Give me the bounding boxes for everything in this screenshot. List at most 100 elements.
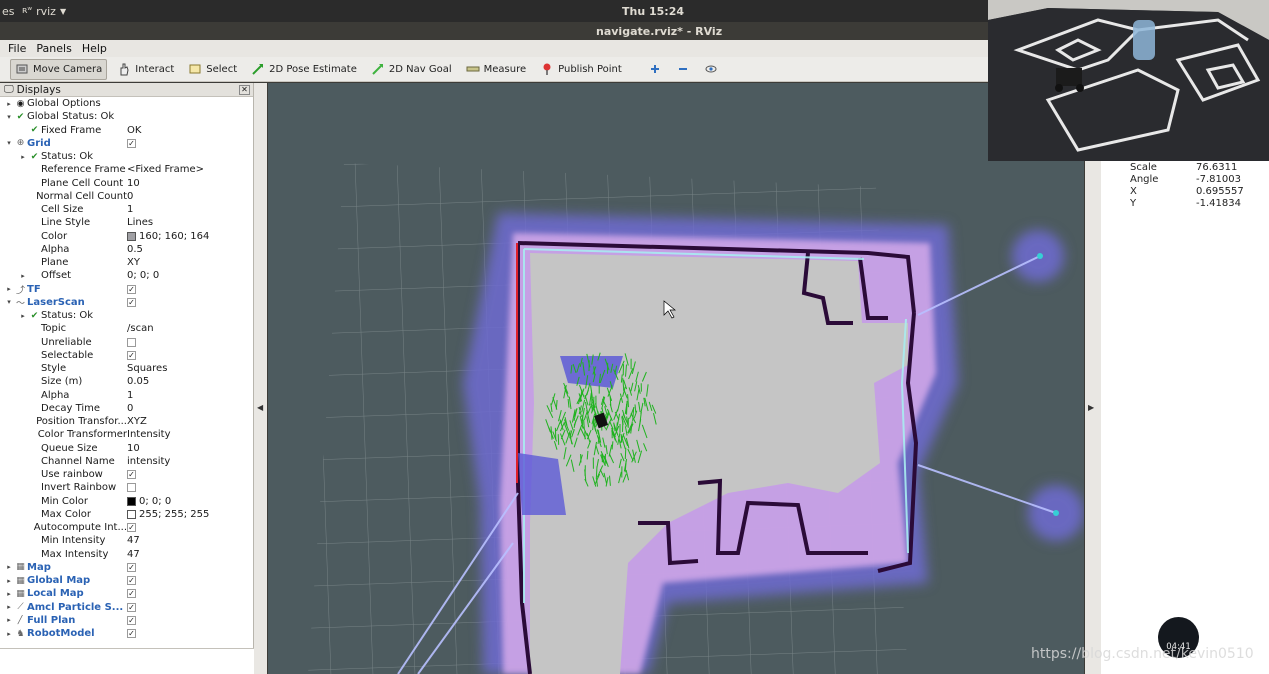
left-splitter[interactable]: ◀ xyxy=(254,83,267,674)
view-prop-angle[interactable]: Angle -7.81003 xyxy=(1130,174,1241,185)
expand-arrow-icon[interactable]: ▸ xyxy=(18,272,28,280)
display-value-cell[interactable]: XYZ xyxy=(127,416,247,427)
display-value-cell[interactable]: <Fixed Frame> xyxy=(127,164,247,175)
checkbox[interactable]: ✓ xyxy=(127,284,136,294)
menu-file[interactable]: File xyxy=(8,42,26,55)
display-row[interactable]: ▸ ♞ RobotModel ✓ xyxy=(0,627,253,640)
app-menu[interactable]: ʀʷ rviz ▼ xyxy=(22,5,66,18)
checkbox[interactable]: ✓ xyxy=(127,523,136,533)
move-camera-button[interactable]: Move Camera xyxy=(10,58,108,80)
display-value-cell[interactable]: ✓ xyxy=(127,297,247,307)
display-row[interactable]: Alpha 0.5 xyxy=(0,243,253,256)
display-value-cell[interactable] xyxy=(127,483,247,493)
checkbox[interactable]: ✓ xyxy=(127,138,136,148)
display-row[interactable]: ▸ ▦ Map ✓ xyxy=(0,561,253,574)
display-row[interactable]: Line Style Lines xyxy=(0,216,253,229)
display-value-cell[interactable]: 0.05 xyxy=(127,376,247,387)
interact-button[interactable]: Interact xyxy=(113,59,178,80)
display-row[interactable]: Cell Size 1 xyxy=(0,203,253,216)
tool-properties-button[interactable] xyxy=(700,59,722,80)
display-value-cell[interactable]: ✓ xyxy=(127,523,247,533)
display-row[interactable]: ▸ ◉ Global Options xyxy=(0,97,253,110)
display-value-cell[interactable]: 10 xyxy=(127,443,247,454)
render-viewport[interactable] xyxy=(268,83,1084,674)
expand-arrow-icon[interactable]: ▸ xyxy=(4,630,14,638)
display-value-cell[interactable]: ✓ xyxy=(127,350,247,360)
expand-arrow-icon[interactable]: ▸ xyxy=(4,603,14,611)
close-icon[interactable]: ✕ xyxy=(239,84,250,95)
display-value-cell[interactable]: ✓ xyxy=(127,629,247,639)
display-row[interactable]: ▸ ⟋ Amcl Particle S... ✓ xyxy=(0,601,253,614)
display-value-cell[interactable]: 0; 0; 0 xyxy=(127,270,247,281)
display-row[interactable]: Color Transformer Intensity xyxy=(0,428,253,441)
display-row[interactable]: ▸ Offset 0; 0; 0 xyxy=(0,269,253,282)
display-value-cell[interactable]: 47 xyxy=(127,535,247,546)
display-value-cell[interactable]: 0 xyxy=(127,403,247,414)
display-row[interactable]: Use rainbow ✓ xyxy=(0,468,253,481)
display-row[interactable]: ▸ ▦ Global Map ✓ xyxy=(0,574,253,587)
color-swatch[interactable] xyxy=(127,496,136,506)
display-value-cell[interactable]: Lines xyxy=(127,217,247,228)
display-value-cell[interactable]: ✓ xyxy=(127,562,247,572)
display-row[interactable]: ▸ ✔ Status: Ok xyxy=(0,309,253,322)
checkbox[interactable]: ✓ xyxy=(127,350,136,360)
display-row[interactable]: ▾ ✔ Global Status: Ok xyxy=(0,110,253,123)
activities-button[interactable]: es xyxy=(0,5,20,18)
display-row[interactable]: Autocompute Int... ✓ xyxy=(0,521,253,534)
checkbox[interactable]: ✓ xyxy=(127,576,136,586)
display-row[interactable]: Plane Cell Count 10 xyxy=(0,177,253,190)
checkbox[interactable]: ✓ xyxy=(127,589,136,599)
color-swatch[interactable] xyxy=(127,509,136,519)
display-row[interactable]: Unreliable xyxy=(0,336,253,349)
display-row[interactable]: Decay Time 0 xyxy=(0,402,253,415)
display-value-cell[interactable]: ✓ xyxy=(127,589,247,599)
display-row[interactable]: Alpha 1 xyxy=(0,389,253,402)
display-row[interactable]: ▾ 〜 LaserScan ✓ xyxy=(0,296,253,309)
display-row[interactable]: ✔ Fixed Frame OK xyxy=(0,124,253,137)
display-row[interactable]: Queue Size 10 xyxy=(0,442,253,455)
checkbox[interactable] xyxy=(127,337,136,347)
display-value-cell[interactable]: ✓ xyxy=(127,615,247,625)
display-row[interactable]: Size (m) 0.05 xyxy=(0,375,253,388)
display-value-cell[interactable]: ✓ xyxy=(127,470,247,480)
checkbox[interactable]: ✓ xyxy=(127,470,136,480)
remove-tool-button[interactable] xyxy=(672,59,694,80)
menu-panels[interactable]: Panels xyxy=(36,42,71,55)
display-row[interactable]: ▸ ⤴ TF ✓ xyxy=(0,283,253,296)
expanded-arrow-icon[interactable]: ▾ xyxy=(4,113,14,121)
expand-arrow-icon[interactable]: ▸ xyxy=(4,563,14,571)
view-prop-scale[interactable]: Scale 76.6311 xyxy=(1130,162,1237,173)
view-prop-x[interactable]: X 0.695557 xyxy=(1130,186,1244,197)
collapse-left-icon[interactable]: ◀ xyxy=(257,403,263,412)
display-row[interactable]: Min Color 0; 0; 0 xyxy=(0,495,253,508)
select-button[interactable]: Select xyxy=(184,59,241,80)
display-value-cell[interactable]: 47 xyxy=(127,549,247,560)
display-value-cell[interactable]: OK xyxy=(127,125,247,136)
expanded-arrow-icon[interactable]: ▾ xyxy=(4,298,14,306)
publish-point-button[interactable]: Publish Point xyxy=(536,59,626,80)
display-row[interactable]: Invert Rainbow xyxy=(0,481,253,494)
display-value-cell[interactable]: ✓ xyxy=(127,576,247,586)
expand-arrow-icon[interactable]: ▸ xyxy=(4,100,14,108)
checkbox[interactable]: ✓ xyxy=(127,615,136,625)
menu-help[interactable]: Help xyxy=(82,42,107,55)
pose-estimate-button[interactable]: 2D Pose Estimate xyxy=(247,59,361,80)
checkbox[interactable]: ✓ xyxy=(127,297,136,307)
display-row[interactable]: Style Squares xyxy=(0,362,253,375)
displays-tree[interactable]: ▸ ◉ Global Options ▾ ✔ Global Status: Ok ✔ Fixe… xyxy=(0,97,253,640)
display-value-cell[interactable]: 0.5 xyxy=(127,244,247,255)
checkbox[interactable]: ✓ xyxy=(127,629,136,639)
display-value-cell[interactable]: ✓ xyxy=(127,284,247,294)
display-value-cell[interactable]: 255; 255; 255 xyxy=(127,509,247,520)
display-value-cell[interactable]: Intensity xyxy=(127,429,247,440)
display-value-cell[interactable]: /scan xyxy=(127,323,247,334)
expand-arrow-icon[interactable]: ▸ xyxy=(4,616,14,624)
checkbox[interactable]: ✓ xyxy=(127,602,136,612)
display-value-cell[interactable]: 0 xyxy=(127,191,247,202)
nav-goal-button[interactable]: 2D Nav Goal xyxy=(367,59,456,80)
display-row[interactable]: Selectable ✓ xyxy=(0,349,253,362)
display-row[interactable]: ▸ ▦ Local Map ✓ xyxy=(0,587,253,600)
color-swatch[interactable] xyxy=(127,231,136,241)
right-splitter[interactable]: ▶ xyxy=(1085,83,1101,674)
expand-arrow-icon[interactable]: ▸ xyxy=(4,285,14,293)
